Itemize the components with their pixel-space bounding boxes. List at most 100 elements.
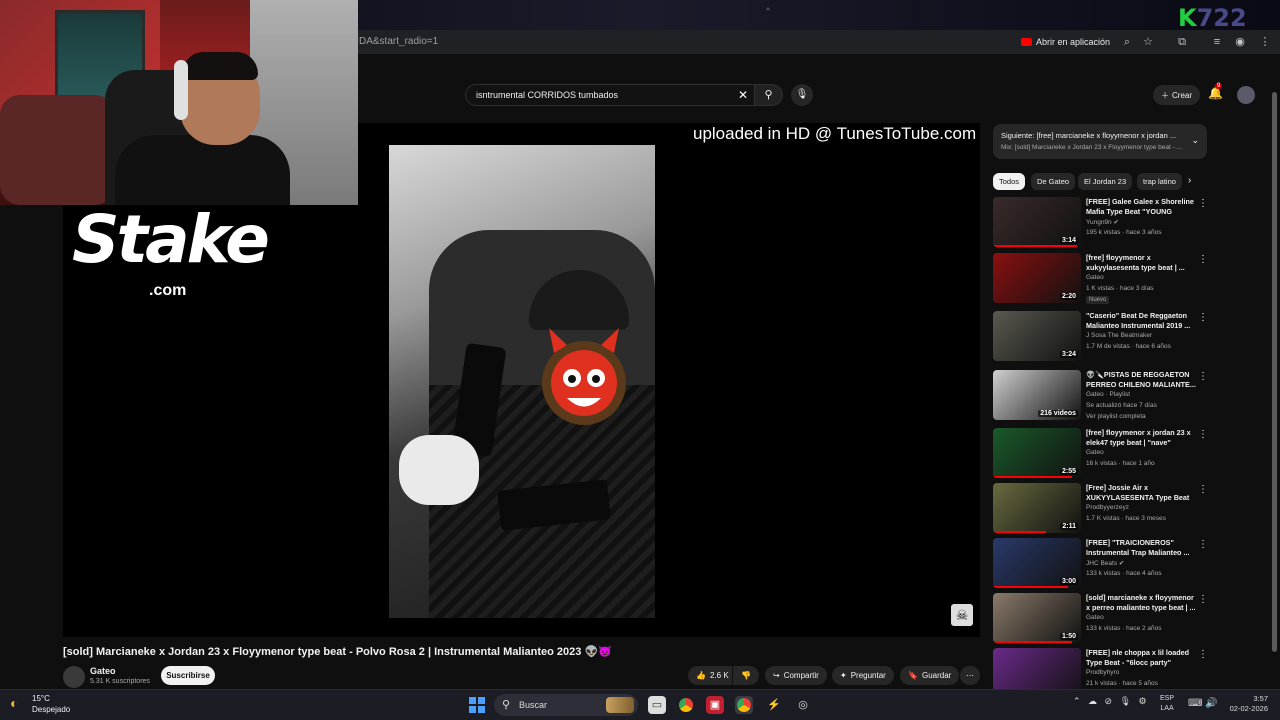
extensions-icon[interactable]: ⧉	[1175, 35, 1189, 49]
chip-el-jordan-23[interactable]: El Jordan 23	[1078, 173, 1133, 190]
page-scrollbar[interactable]	[1272, 82, 1278, 682]
system-tray[interactable]: ⌃ ☁ ⊘ 🎙 ⚙	[1073, 696, 1147, 707]
zoom-icon[interactable]: ⌕	[1120, 35, 1134, 49]
url-text[interactable]: DA&start_radio=1	[359, 36, 438, 47]
more-actions-button[interactable]: ⋯	[960, 666, 980, 685]
open-in-app-button[interactable]: Abrir en aplicación	[1015, 34, 1116, 50]
more-options-icon[interactable]: ⋮	[1198, 484, 1208, 495]
save-button[interactable]: 🔖 Guardar	[900, 666, 960, 685]
taskbar-search[interactable]: ⚲ Buscar	[494, 694, 638, 716]
up-next-panel[interactable]: Siguiente: [free] marcianeke x floyymeno…	[993, 124, 1207, 159]
video-thumbnail[interactable]: 1:50	[993, 593, 1081, 643]
youtube-icon	[1021, 38, 1032, 46]
recommended-video[interactable]: 3:00 [FREE] "TRAICIONEROS" Instrumental T…	[993, 538, 1208, 592]
chip-de-gateo[interactable]: De Gateo	[1031, 173, 1076, 190]
sponsor-logo: Stake .com	[72, 201, 270, 299]
recommended-video[interactable]: 1:50 [sold] marcianeke x floyymenor x per…	[993, 593, 1208, 647]
recommended-video[interactable]: 2:20 [free] floyymenor x xukyylasesenta t…	[993, 253, 1208, 307]
recommended-video[interactable]: 216 videos 👽🔪PISTAS DE REGGAETON PERREO C…	[993, 370, 1208, 424]
ask-button[interactable]: ✦ Preguntar	[832, 666, 894, 685]
more-options-icon[interactable]: ⋮	[1198, 539, 1208, 550]
video-meta: 195 k vistas · hace 3 años	[1086, 229, 1162, 236]
chip-all[interactable]: Todos	[993, 173, 1026, 190]
video-title: [sold] Marcianeke x Jordan 23 x Floyymen…	[63, 646, 612, 658]
duration-badge: 3:14	[1059, 237, 1078, 244]
video-thumbnail[interactable]: 2:55	[993, 428, 1081, 478]
thumbs-up-icon: 👍	[696, 671, 706, 680]
more-options-icon[interactable]: ⋮	[1198, 594, 1208, 605]
video-thumbnail[interactable]: 3:14	[993, 197, 1081, 247]
video-channel: Yungn9n ✔	[1086, 219, 1119, 226]
recommended-video[interactable]: 3:14 [FREE] Galee Galee x Shoreline Mafia…	[993, 197, 1208, 251]
recommended-video[interactable]: 3:24 "Caserio" Beat De Reggaeton Maliante…	[993, 311, 1208, 365]
video-title: [FREE] nle choppa x lil loaded Type Beat…	[1086, 648, 1190, 667]
mix-title: Mix: [sold] Marcianeke x Jordan 23 x Flo…	[1001, 144, 1182, 151]
video-title: [free] floyymenor x xukyylasesenta type …	[1086, 253, 1185, 272]
new-badge: Nuevo	[1086, 296, 1110, 304]
app-yellow-icon[interactable]: ⚡	[765, 696, 783, 714]
up-next-title: Siguiente: [free] marcianeke x floyymeno…	[1001, 131, 1177, 140]
share-button[interactable]: ↪ Compartir	[765, 666, 827, 685]
dislike-button[interactable]: 👎	[733, 666, 759, 685]
windows-start-icon[interactable]	[469, 697, 485, 713]
media-icon[interactable]: ≡	[1210, 35, 1224, 49]
video-thumbnail[interactable]: 216 videos	[993, 370, 1081, 420]
browser-address-bar[interactable]: DA&start_radio=1 Abrir en aplicación ⌕ ☆…	[355, 30, 1280, 54]
account-avatar[interactable]	[1237, 86, 1255, 104]
chrome-icon[interactable]	[677, 696, 695, 714]
video-thumbnail[interactable]: 2:20	[993, 253, 1081, 303]
recommended-video[interactable]: 2:11 [Free] Jossie Air x XUKYYLASESENTA T…	[993, 483, 1208, 537]
channel-avatar[interactable]	[63, 666, 85, 688]
channel-name[interactable]: Gateo	[90, 666, 116, 676]
thumbs-down-icon: 👎	[741, 671, 751, 680]
clock[interactable]: 3:57 02-02-2026	[1222, 694, 1268, 714]
more-options-icon[interactable]: ⋮	[1198, 312, 1208, 323]
channel-watermark-icon[interactable]: ☠	[951, 604, 973, 626]
more-options-icon[interactable]: ⋮	[1198, 198, 1208, 209]
menu-icon[interactable]: ⋮	[1258, 35, 1272, 49]
more-options-icon[interactable]: ⋮	[1198, 254, 1208, 265]
subscribe-button[interactable]: Suscribirse	[161, 666, 215, 685]
duration-badge: 3:24	[1059, 351, 1078, 358]
language-indicator[interactable]: ESP LAA	[1160, 694, 1174, 714]
app-red-icon[interactable]: ▣	[706, 696, 724, 714]
chrome-active-icon[interactable]	[735, 696, 753, 714]
chips-next-icon[interactable]: ›	[1188, 175, 1191, 186]
share-icon: ↪	[773, 671, 780, 680]
video-thumbnail[interactable]: 3:00	[993, 538, 1081, 588]
task-view-icon[interactable]: ▭	[648, 696, 666, 714]
create-button[interactable]: ＋ Crear	[1153, 85, 1201, 105]
bookmark-star-icon[interactable]: ☆	[1141, 35, 1155, 49]
video-thumbnail[interactable]: 3:24	[993, 311, 1081, 361]
notifications-bell-icon[interactable]: 🔔 9	[1208, 83, 1223, 100]
like-button[interactable]: 👍 2.6 K	[688, 666, 732, 685]
recommended-video[interactable]: 2:55 [free] floyymenor x jordan 23 x elek…	[993, 428, 1208, 482]
watch-progress-bar	[993, 641, 1073, 643]
video-channel: Gateo	[1086, 449, 1104, 456]
chevron-down-icon[interactable]: ⌄	[1191, 135, 1199, 146]
video-artwork	[389, 145, 655, 618]
video-meta: 1 K vistas · hace 3 días	[1086, 285, 1154, 292]
search-input[interactable]: isntrumental CORRIDOS tumbados ✕	[465, 84, 755, 106]
video-overlay-text: uploaded in HD @ TunesToTube.com	[693, 124, 977, 143]
more-options-icon[interactable]: ⋮	[1198, 371, 1208, 382]
app-obs-icon[interactable]: ◎	[794, 696, 812, 714]
plus-icon: ＋	[1161, 90, 1169, 100]
video-title: [Free] Jossie Air x XUKYYLASESENTA Type …	[1086, 483, 1190, 502]
voice-search-icon[interactable]: 🎙	[791, 84, 813, 106]
duration-badge: 2:55	[1059, 468, 1078, 475]
duration-badge: 216 videos	[1038, 410, 1078, 417]
chip-trap-latino[interactable]: trap latino	[1137, 173, 1182, 190]
clear-search-icon[interactable]: ✕	[738, 88, 748, 102]
video-thumbnail[interactable]: 2:11	[993, 483, 1081, 533]
video-channel: J Sosa The Beatmaker	[1086, 332, 1152, 339]
browser-toolbar-spacer	[355, 54, 1280, 80]
more-options-icon[interactable]: ⋮	[1198, 649, 1208, 660]
search-button[interactable]: ⚲	[755, 84, 783, 106]
profile-icon[interactable]: ◉	[1233, 35, 1247, 49]
network-volume-icon[interactable]: ⌨ 🔊	[1188, 698, 1218, 709]
more-options-icon[interactable]: ⋮	[1198, 429, 1208, 440]
video-meta: 133 k vistas · hace 2 años	[1086, 625, 1162, 632]
watch-progress-bar	[993, 476, 1073, 478]
youtube-masthead: isntrumental CORRIDOS tumbados ✕ ⚲ 🎙 ＋ Cr…	[355, 80, 1280, 114]
